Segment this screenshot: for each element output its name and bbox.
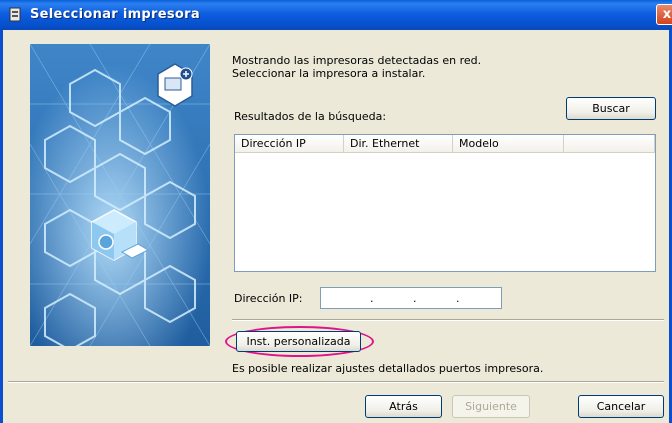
window-frame-left <box>0 30 3 423</box>
close-button[interactable]: x <box>656 4 672 25</box>
column-header-ethernet[interactable]: Dir. Ethernet <box>344 135 453 153</box>
custom-install-button[interactable]: Inst. personalizada <box>236 331 361 352</box>
custom-install-description: Es posible realizar ajustes detallados p… <box>232 362 544 375</box>
list-header: Dirección IP Dir. Ethernet Modelo <box>235 135 655 154</box>
column-header-ip[interactable]: Dirección IP <box>235 135 344 153</box>
ip-address-label: Dirección IP: <box>234 292 303 305</box>
separator-footer <box>8 381 664 383</box>
intro-line-2: Seleccionar la impresora a instalar. <box>232 67 426 80</box>
printer-app-icon <box>9 7 21 22</box>
column-header-blank <box>564 135 655 153</box>
add-printer-icon <box>157 63 193 107</box>
side-illustration <box>30 44 210 346</box>
ip-dot-1: . <box>370 292 374 305</box>
ip-dot-3: . <box>456 292 460 305</box>
cancel-button[interactable]: Cancelar <box>578 395 664 418</box>
back-button[interactable]: Atrás <box>365 395 442 418</box>
search-results-label: Resultados de la búsqueda: <box>234 110 387 123</box>
printer-results-list[interactable]: Dirección IP Dir. Ethernet Modelo <box>234 134 656 272</box>
search-button[interactable]: Buscar <box>566 97 656 120</box>
separator-upper <box>232 319 664 321</box>
window-title: Seleccionar impresora <box>30 7 200 22</box>
column-header-model[interactable]: Modelo <box>453 135 564 153</box>
intro-line-1: Mostrando las impresoras detectadas en r… <box>232 54 482 67</box>
ip-dot-2: . <box>413 292 417 305</box>
next-button[interactable]: Siguiente <box>452 395 530 418</box>
title-bar[interactable]: Seleccionar impresora x <box>0 0 672 30</box>
dialog-window: Seleccionar impresora x Mostrando las im… <box>0 0 672 423</box>
ip-address-field[interactable]: . . . <box>320 287 502 309</box>
